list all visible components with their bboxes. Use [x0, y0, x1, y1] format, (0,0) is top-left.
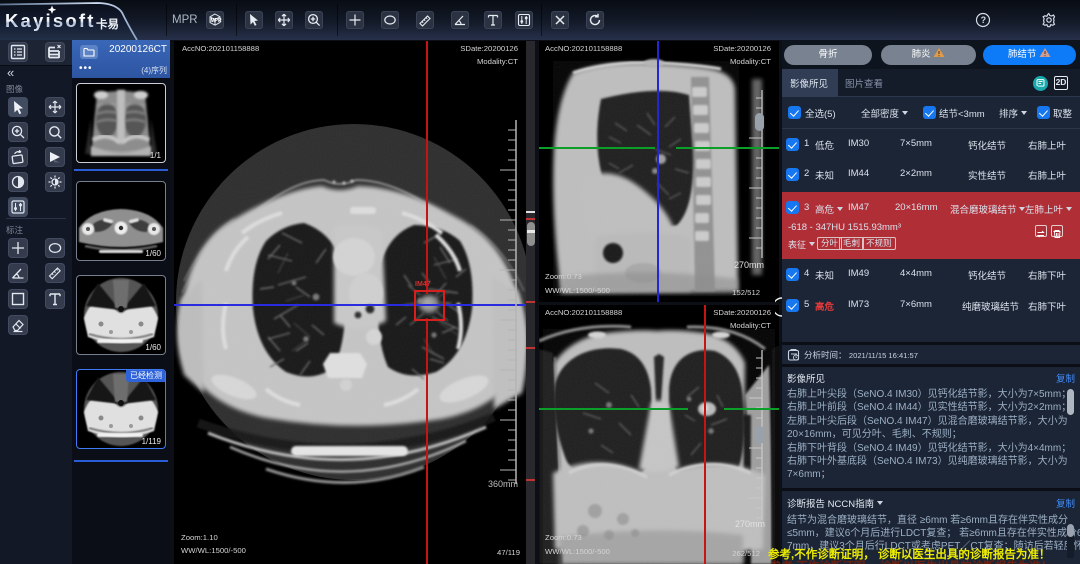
svg-text:卡易: 卡易 [96, 17, 119, 31]
svg-text:MPR: MPR [211, 18, 223, 24]
svg-text:?: ? [981, 15, 987, 25]
svg-text:Kayisoft: Kayisoft [5, 10, 96, 31]
